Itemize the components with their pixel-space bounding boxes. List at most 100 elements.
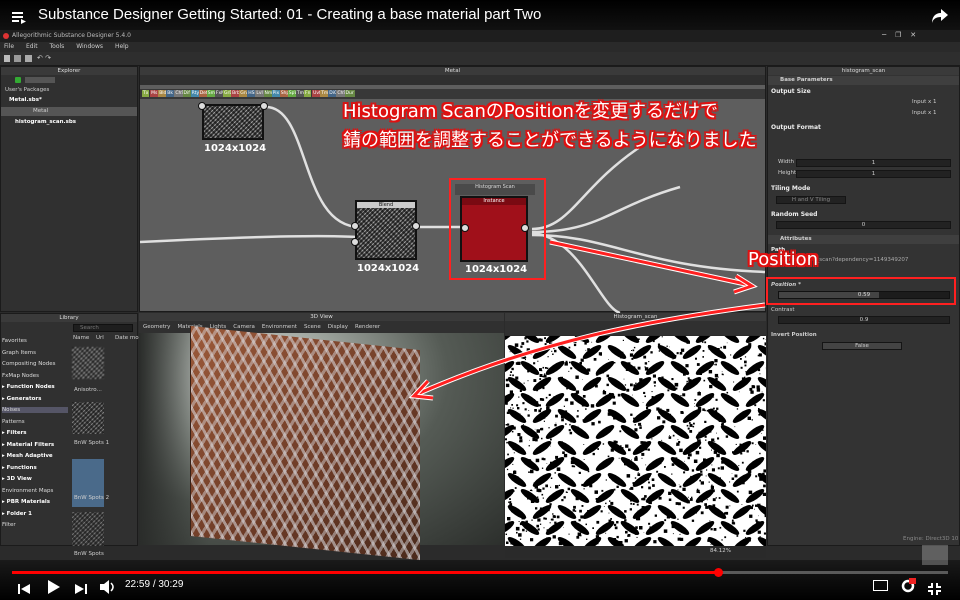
view3d-menu-environment[interactable]: Environment bbox=[262, 324, 297, 330]
node-histogram-scan[interactable]: Instance bbox=[460, 196, 528, 262]
video-title[interactable]: Substance Designer Getting Started: 01 -… bbox=[38, 6, 541, 23]
library-thumb-2[interactable] bbox=[72, 402, 104, 434]
invert-position-toggle[interactable]: False bbox=[822, 342, 902, 350]
package-item-selected[interactable]: Metal bbox=[1, 107, 137, 116]
node-blend-input-pin[interactable] bbox=[351, 222, 359, 230]
library-thumb-1-label: Anisotro... bbox=[74, 387, 102, 393]
playlist-icon[interactable] bbox=[12, 9, 26, 28]
package-item-histogram[interactable]: histogram_scan.sbs bbox=[15, 119, 76, 125]
base-parameters-bar[interactable]: Base Parameters bbox=[768, 76, 959, 85]
library-thumb-4[interactable] bbox=[72, 512, 104, 546]
view2d-footer: 84.12% bbox=[505, 546, 766, 558]
invert-position-label: Invert Position bbox=[771, 332, 817, 338]
node-blend-output-pin[interactable] bbox=[412, 222, 420, 230]
engine-label: Engine: Direct3D 10 bbox=[903, 536, 959, 542]
undo-icon[interactable]: ↶ ↷ bbox=[37, 54, 51, 62]
annotation-line-1: Histogram ScanのPositionを変更するだけで bbox=[343, 101, 718, 122]
random-seed-label: Random Seed bbox=[771, 211, 818, 218]
save-icon[interactable] bbox=[25, 55, 32, 62]
app-logo-icon bbox=[3, 33, 9, 39]
node-top-input-pin[interactable] bbox=[198, 102, 206, 110]
library-tree-item-6[interactable]: Noises bbox=[2, 407, 68, 413]
library-tree-item-7[interactable]: Patterns bbox=[2, 419, 25, 425]
node-histogram-input-pin[interactable] bbox=[461, 224, 469, 232]
node-histogram-sub: Instance bbox=[462, 198, 526, 205]
volume-icon[interactable] bbox=[100, 579, 116, 598]
library-tree-item-10[interactable]: ▸ Mesh Adaptive bbox=[2, 453, 53, 459]
library-col-url[interactable]: Url bbox=[96, 335, 104, 341]
view2d-viewport[interactable] bbox=[505, 336, 766, 546]
output-size-value[interactable]: Input x 1 bbox=[912, 99, 937, 105]
library-tree-item-12[interactable]: ▸ 3D View bbox=[2, 476, 32, 482]
play-icon[interactable] bbox=[15, 77, 21, 83]
view2d-header-bar: Histogram_scan bbox=[505, 313, 766, 335]
library-tree-item-15[interactable]: ▸ Folder 1 bbox=[2, 511, 32, 517]
main-toolbar: ↶ ↷ bbox=[0, 52, 960, 66]
previous-icon[interactable] bbox=[18, 580, 30, 599]
view3d-menu-camera[interactable]: Camera bbox=[233, 324, 255, 330]
tiling-mode-label: Tiling Mode bbox=[771, 185, 811, 192]
library-col-date[interactable]: Date mo bbox=[115, 335, 139, 341]
window-controls[interactable]: ─ ❐ ✕ bbox=[882, 31, 916, 39]
menu-file[interactable]: File bbox=[4, 43, 14, 50]
width-field[interactable]: 1 bbox=[796, 159, 951, 167]
screen: Substance Designer Getting Started: 01 -… bbox=[0, 0, 960, 600]
library-thumb-1[interactable] bbox=[72, 347, 104, 379]
menu-windows[interactable]: Windows bbox=[76, 43, 103, 50]
menu-tools[interactable]: Tools bbox=[50, 43, 65, 50]
play-icon[interactable] bbox=[48, 579, 60, 598]
view3d-menu-geometry[interactable]: Geometry bbox=[143, 324, 170, 330]
library-tree-item-2[interactable]: Compositing Nodes bbox=[2, 361, 55, 367]
annotation-line-2: 錆の範囲を調整することができるようになりました bbox=[343, 130, 757, 151]
progress-scrubber[interactable] bbox=[713, 568, 723, 577]
open-icon[interactable] bbox=[14, 55, 21, 62]
library-tree-item-14[interactable]: ▸ PBR Materials bbox=[2, 499, 50, 505]
video-top-bar: Substance Designer Getting Started: 01 -… bbox=[0, 0, 960, 30]
position-label: Position * bbox=[771, 282, 801, 288]
library-tree-item-11[interactable]: ▸ Functions bbox=[2, 465, 37, 471]
settings-icon[interactable] bbox=[900, 578, 917, 598]
next-icon[interactable] bbox=[75, 580, 87, 599]
menu-edit[interactable]: Edit bbox=[26, 43, 38, 50]
position-slider[interactable]: 0.59 bbox=[778, 291, 950, 299]
library-tree-item-5[interactable]: ▸ Generators bbox=[2, 396, 41, 402]
attributes-section-bar[interactable]: Attributes bbox=[768, 235, 959, 244]
output-size-value-2[interactable]: Input x 1 bbox=[912, 110, 937, 116]
view3d-menu-display[interactable]: Display bbox=[328, 324, 348, 330]
node-histogram-output-pin[interactable] bbox=[521, 224, 529, 232]
new-icon[interactable] bbox=[4, 55, 10, 62]
contrast-slider[interactable]: 0.9 bbox=[778, 316, 950, 324]
view3d-menu-renderer[interactable]: Renderer bbox=[355, 324, 380, 330]
library-tree-item-8[interactable]: ▸ Filters bbox=[2, 430, 27, 436]
position-value: 0.59 bbox=[857, 292, 871, 298]
tiling-mode-select[interactable]: H and V Tiling bbox=[776, 196, 846, 204]
package-item-metal[interactable]: Metal.sbs* bbox=[9, 97, 42, 103]
histogram-scan-preview bbox=[505, 336, 766, 546]
width-label: Width bbox=[778, 159, 794, 165]
menu-help[interactable]: Help bbox=[115, 43, 129, 50]
node-blend[interactable]: Blend bbox=[355, 200, 417, 260]
time-current: 22:59 bbox=[125, 579, 151, 590]
library-search-input[interactable]: Search bbox=[73, 324, 133, 332]
node-top-output-pin[interactable] bbox=[260, 102, 268, 110]
node-blend-input-pin-2[interactable] bbox=[351, 238, 359, 246]
library-tree-item-9[interactable]: ▸ Material Filters bbox=[2, 442, 54, 448]
view3d-header: 3D View bbox=[139, 313, 504, 321]
node-top[interactable] bbox=[202, 104, 264, 140]
random-seed-field[interactable]: 0 bbox=[776, 221, 951, 229]
library-tree-item-4[interactable]: ▸ Function Nodes bbox=[2, 384, 55, 390]
height-field[interactable]: 1 bbox=[796, 170, 951, 178]
library-col-name[interactable]: Name bbox=[73, 335, 89, 341]
captions-icon[interactable] bbox=[873, 580, 888, 591]
exit-fullscreen-icon[interactable] bbox=[928, 580, 941, 599]
view3d-menu-scene[interactable]: Scene bbox=[304, 324, 321, 330]
library-thumb-3-selected[interactable]: BnW Spots 2 bbox=[72, 459, 109, 507]
share-icon[interactable] bbox=[932, 8, 948, 27]
library-tree-item-16[interactable]: Filter bbox=[2, 522, 16, 528]
library-tree-item-13[interactable]: Environment Maps bbox=[2, 488, 53, 494]
explorer-tools[interactable] bbox=[25, 77, 55, 83]
library-tree-item-0[interactable]: Favorites bbox=[2, 338, 27, 344]
library-tree-item-1[interactable]: Graph Items bbox=[2, 350, 36, 356]
library-tree-item-3[interactable]: FxMap Nodes bbox=[2, 373, 39, 379]
material-preview-cube[interactable] bbox=[190, 325, 420, 561]
